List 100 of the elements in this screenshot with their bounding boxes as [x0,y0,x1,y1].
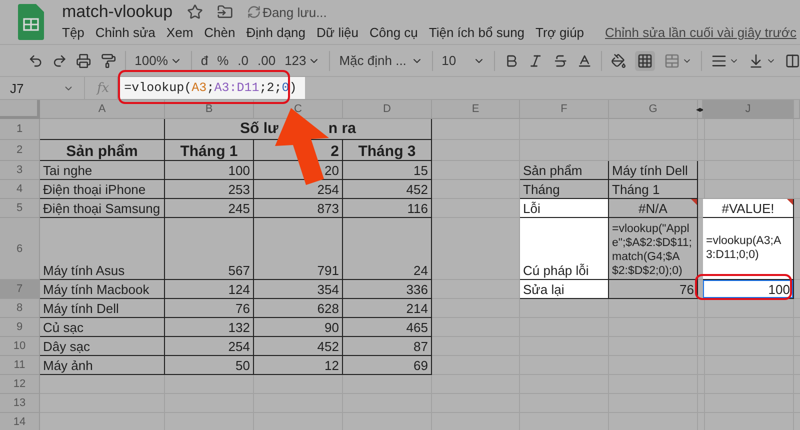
table-cell[interactable]: 791 [254,218,343,280]
table-cell[interactable] [432,161,520,180]
font-dropdown[interactable]: Mặc định ... [339,53,406,68]
table-cell[interactable] [432,119,520,140]
table-cell[interactable]: 336 [343,280,432,299]
table-cell[interactable] [165,375,254,394]
italic-icon[interactable] [528,52,544,68]
table-cell[interactable]: 214 [343,299,432,318]
table-cell[interactable]: Dây sạc [40,337,165,356]
paint-format-icon[interactable] [100,52,116,68]
format-button[interactable]: .00 [257,53,276,68]
table-cell[interactable]: 116 [343,199,432,218]
star-icon[interactable] [186,4,203,20]
format-button[interactable]: % [217,53,229,68]
table-cell[interactable] [609,140,698,161]
table-cell[interactable] [609,299,698,318]
table-cell[interactable] [520,299,609,318]
menu-item[interactable]: Tiện ích bổ sung [428,25,525,40]
table-cell[interactable]: 24 [343,218,432,280]
table-cell[interactable] [40,375,165,394]
document-title[interactable]: match-vlookup [62,2,173,22]
table-cell[interactable]: Lỗi [520,199,609,218]
table-cell[interactable]: 628 [254,299,343,318]
menu-item[interactable]: Định dạng [246,25,306,40]
table-cell[interactable]: 873 [254,199,343,218]
table-cell[interactable]: 90 [254,318,343,337]
table-cell[interactable]: Sản phẩm [40,140,165,161]
table-cell[interactable] [609,119,698,140]
menu-item[interactable]: Công cụ [369,25,418,40]
table-cell[interactable]: 465 [343,318,432,337]
spreadsheet-logo-icon[interactable] [18,4,44,40]
bold-icon[interactable] [504,52,520,68]
table-cell[interactable]: 132 [165,318,254,337]
format-button[interactable]: đ [200,53,208,68]
table-cell[interactable] [432,180,520,199]
table-cell[interactable]: Sản phẩm [520,161,609,180]
table-cell[interactable]: 245 [165,199,254,218]
table-cell[interactable]: 87 [343,337,432,356]
table-cell[interactable]: Tháng 1 [609,180,698,199]
table-cell[interactable]: 567 [165,218,254,280]
table-cell[interactable] [520,140,609,161]
text-color-icon[interactable] [576,52,592,68]
table-cell[interactable] [432,337,520,356]
table-cell[interactable]: Máy tính Dell [609,161,698,180]
table-cell[interactable]: Máy tính Macbook [40,280,165,299]
table-cell[interactable] [432,318,520,337]
table-cell[interactable]: Điện thoại iPhone [40,180,165,199]
table-cell[interactable]: 254 [165,337,254,356]
table-cell[interactable]: 124 [165,280,254,299]
column-header[interactable] [794,100,800,119]
table-cell[interactable]: =vlookup(A3;A3:D11;0;0) [703,218,794,280]
table-cell[interactable] [703,299,794,318]
menu-item[interactable]: Dữ liệu [316,25,358,40]
undo-icon[interactable] [28,52,44,68]
zoom-dropdown[interactable]: 100% [134,53,168,68]
table-cell[interactable]: 452 [254,337,343,356]
table-cell[interactable] [698,119,705,140]
corner-header[interactable] [0,100,40,119]
table-cell[interactable]: Máy tính Dell [40,299,165,318]
table-cell[interactable]: 76 [165,299,254,318]
table-cell[interactable]: 253 [165,180,254,199]
table-cell[interactable] [432,140,520,161]
table-cell[interactable]: Máy ảnh [40,356,165,375]
table-cell[interactable]: Tai nghe [40,161,165,180]
menu-item[interactable]: Chèn [204,25,236,40]
table-cell[interactable]: 100 [703,280,794,299]
table-cell[interactable]: Điện thoại Samsung [40,199,165,218]
table-cell[interactable] [40,119,165,140]
menu-item[interactable]: Tệp [62,25,84,40]
table-cell[interactable]: Tháng 3 [343,140,432,161]
table-cell[interactable]: 452 [343,180,432,199]
more-formats-dropdown[interactable]: 123 [284,53,306,68]
table-cell[interactable]: Cú pháp lỗi [520,218,609,280]
menu-item[interactable]: Xem [166,25,194,40]
table-cell[interactable]: 12 [254,356,343,375]
format-button[interactable]: .0 [238,53,248,68]
table-cell[interactable] [432,299,520,318]
table-cell[interactable]: =vlookup("Apple";$A$2:$D$11;match(G4;$A$2:$D$2;0);0) [609,218,698,280]
table-cell[interactable]: 15 [343,161,432,180]
table-cell[interactable]: 100 [165,161,254,180]
strikethrough-icon[interactable] [552,52,568,68]
redo-icon[interactable] [52,52,68,68]
table-cell[interactable]: Sửa lại [520,280,609,299]
table-cell[interactable] [432,356,520,375]
table-cell[interactable]: 76 [609,280,698,299]
print-icon[interactable] [76,52,92,68]
table-cell[interactable]: Tháng 1 [165,140,254,161]
table-cell[interactable] [40,394,165,413]
table-cell[interactable] [520,119,609,140]
menu-item[interactable]: Chỉnh sửa [95,25,156,40]
table-cell[interactable] [343,375,432,394]
vertical-align-icon[interactable] [748,52,764,68]
move-icon[interactable] [216,4,233,20]
last-edit-link[interactable]: Chỉnh sửa lần cuối vài giây trước [605,25,796,40]
table-cell[interactable]: 354 [254,280,343,299]
table-cell[interactable]: #VALUE! [703,199,794,218]
text-wrap-icon[interactable] [784,52,800,68]
table-cell[interactable]: 69 [343,356,432,375]
table-cell[interactable] [432,375,520,394]
table-cell[interactable]: Củ sạc [40,318,165,337]
